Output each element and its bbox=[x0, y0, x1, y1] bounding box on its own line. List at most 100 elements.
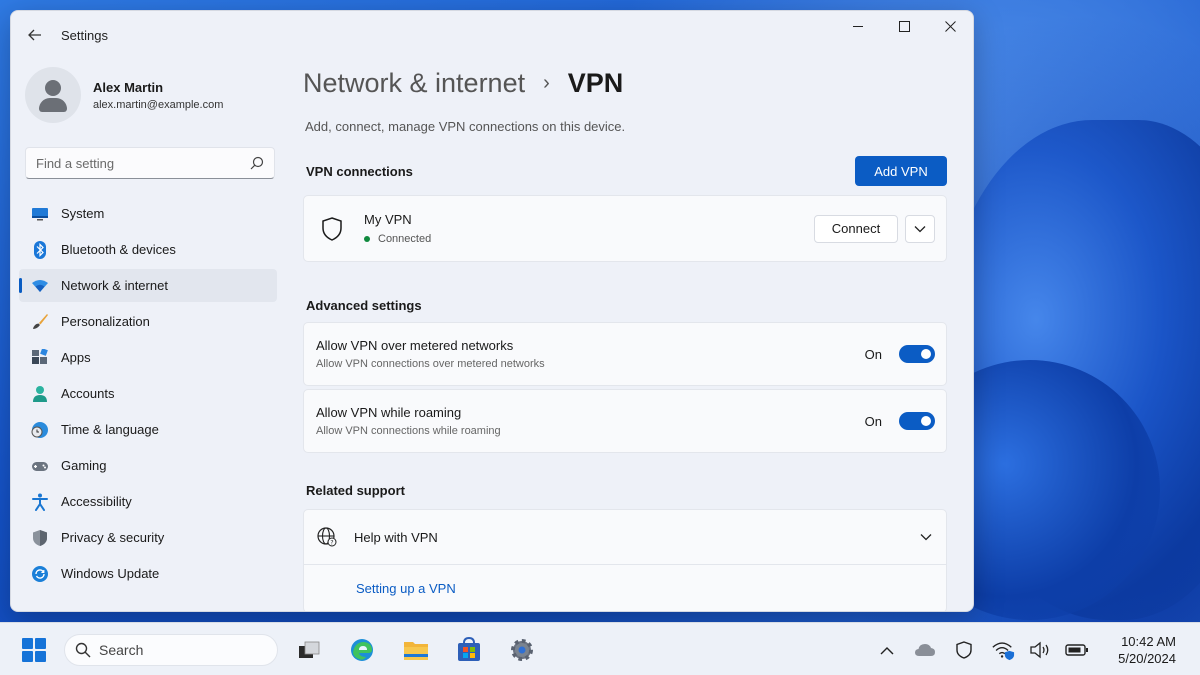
toggle-title: Allow VPN while roaming bbox=[316, 405, 462, 420]
sidebar: Alex Martin alex.martin@example.com Syst… bbox=[11, 59, 285, 611]
find-setting-search bbox=[25, 147, 275, 179]
globe-clock-icon bbox=[31, 421, 49, 439]
globe-help-icon: ? bbox=[317, 527, 337, 547]
toggle-row-metered: Allow VPN over metered networks Allow VP… bbox=[303, 322, 947, 386]
maximize-icon bbox=[898, 20, 910, 32]
sidebar-item-gaming[interactable]: Gaming bbox=[19, 449, 277, 482]
section-title-vpn-connections: VPN connections bbox=[306, 163, 413, 179]
related-support-header: Related support bbox=[303, 475, 947, 505]
vpn-expand-button[interactable] bbox=[905, 214, 935, 243]
clock-time: 10:42 AM bbox=[1121, 634, 1176, 649]
search-input[interactable] bbox=[36, 155, 250, 171]
sidebar-item-label: Time & language bbox=[61, 422, 159, 437]
sidebar-item-label: Network & internet bbox=[61, 278, 168, 293]
file-explorer-icon[interactable] bbox=[401, 635, 431, 665]
update-icon bbox=[31, 565, 49, 583]
brush-icon bbox=[31, 313, 49, 331]
sidebar-item-personalization[interactable]: Personalization bbox=[19, 305, 277, 338]
sidebar-item-label: System bbox=[61, 206, 105, 221]
minimize-icon bbox=[852, 25, 863, 27]
taskbar-search[interactable]: Search bbox=[64, 634, 278, 666]
chevron-up-icon[interactable] bbox=[875, 638, 899, 662]
sidebar-item-label: Apps bbox=[61, 350, 91, 365]
settings-window: Settings Alex Martin alex.martin@example… bbox=[10, 10, 974, 612]
maximize-button[interactable] bbox=[881, 11, 927, 41]
sidebar-item-windows-update[interactable]: Windows Update bbox=[19, 557, 277, 590]
breadcrumb: Network & internet › VPN bbox=[303, 59, 947, 107]
shield-icon bbox=[31, 529, 49, 547]
minimize-button[interactable] bbox=[835, 11, 881, 41]
sidebar-nav: System Bluetooth & devices Network & int… bbox=[11, 197, 285, 590]
person-icon bbox=[31, 385, 49, 403]
sidebar-item-bluetooth[interactable]: Bluetooth & devices bbox=[19, 233, 277, 266]
sidebar-item-accessibility[interactable]: Accessibility bbox=[19, 485, 277, 518]
task-view-icon[interactable] bbox=[294, 635, 324, 665]
user-profile[interactable]: Alex Martin alex.martin@example.com bbox=[11, 59, 285, 131]
profile-email: alex.martin@example.com bbox=[93, 98, 224, 111]
toggle-state-label: On bbox=[864, 346, 882, 362]
connect-button[interactable]: Connect bbox=[814, 214, 898, 243]
setting-up-vpn-link[interactable]: Setting up a VPN bbox=[356, 581, 456, 596]
wifi-vpn-icon[interactable] bbox=[991, 638, 1015, 662]
sidebar-item-system[interactable]: System bbox=[19, 197, 277, 230]
metered-toggle-switch[interactable] bbox=[899, 345, 935, 363]
toggle-row-roaming: Allow VPN while roaming Allow VPN connec… bbox=[303, 389, 947, 453]
svg-text:?: ? bbox=[330, 540, 333, 547]
main-content: Network & internet › VPN Add, connect, m… bbox=[303, 59, 947, 611]
close-button[interactable] bbox=[927, 11, 973, 41]
sidebar-item-label: Windows Update bbox=[61, 566, 160, 581]
breadcrumb-parent[interactable]: Network & internet bbox=[303, 68, 525, 99]
status-dot-icon bbox=[364, 236, 370, 242]
chevron-down-icon[interactable] bbox=[920, 533, 932, 541]
security-icon[interactable] bbox=[952, 638, 976, 662]
sidebar-item-accounts[interactable]: Accounts bbox=[19, 377, 277, 410]
settings-icon[interactable] bbox=[507, 635, 537, 665]
section-title-advanced: Advanced settings bbox=[306, 297, 422, 313]
accessibility-icon bbox=[31, 493, 49, 511]
onedrive-icon[interactable] bbox=[913, 638, 937, 662]
close-icon bbox=[944, 20, 956, 32]
sidebar-item-privacy-security[interactable]: Privacy & security bbox=[19, 521, 277, 554]
start-button[interactable] bbox=[22, 638, 46, 662]
sidebar-item-apps[interactable]: Apps bbox=[19, 341, 277, 374]
chevron-down-icon bbox=[914, 225, 926, 232]
search-icon bbox=[75, 642, 91, 658]
window-controls bbox=[835, 11, 973, 41]
battery-icon[interactable] bbox=[1065, 638, 1089, 662]
sidebar-item-label: Privacy & security bbox=[61, 530, 165, 545]
monitor-icon bbox=[31, 205, 49, 223]
toggle-description: Allow VPN connections while roaming bbox=[316, 425, 501, 437]
page-subtitle: Add, connect, manage VPN connections on … bbox=[305, 119, 626, 134]
section-title-related-support: Related support bbox=[306, 482, 405, 498]
store-icon[interactable] bbox=[454, 635, 484, 665]
search-icon[interactable] bbox=[250, 156, 264, 170]
roaming-toggle-switch[interactable] bbox=[899, 412, 935, 430]
toggle-title: Allow VPN over metered networks bbox=[316, 338, 514, 353]
vpn-connections-header: VPN connections Add VPN bbox=[303, 156, 947, 186]
add-vpn-button[interactable]: Add VPN bbox=[855, 156, 947, 186]
apps-icon bbox=[31, 348, 49, 367]
title-bar: Settings bbox=[11, 11, 973, 59]
toggle-description: Allow VPN connections over metered netwo… bbox=[316, 358, 545, 370]
vpn-status-text: Connected bbox=[378, 233, 432, 245]
sidebar-item-label: Accounts bbox=[61, 386, 115, 401]
help-with-vpn-expander[interactable]: ? Help with VPN bbox=[303, 509, 947, 565]
sidebar-item-time-language[interactable]: Time & language bbox=[19, 413, 277, 446]
taskbar-search-label: Search bbox=[99, 642, 144, 658]
edge-icon[interactable] bbox=[347, 635, 377, 665]
page-title: VPN bbox=[567, 67, 624, 98]
back-button[interactable] bbox=[15, 19, 55, 51]
back-arrow-icon bbox=[28, 29, 41, 41]
clock-date: 5/20/2024 bbox=[1118, 651, 1176, 666]
taskbar-clock[interactable]: 10:42 AM 5/20/2024 bbox=[1118, 633, 1176, 667]
volume-icon[interactable] bbox=[1028, 638, 1052, 662]
sidebar-item-label: Accessibility bbox=[61, 494, 132, 509]
taskbar: Search 10:42 AM 5/20/2024 bbox=[0, 622, 1200, 675]
vpn-connection-card[interactable]: My VPN Connected Connect bbox=[303, 195, 947, 262]
sidebar-item-network[interactable]: Network & internet bbox=[19, 269, 277, 302]
bluetooth-icon bbox=[31, 240, 49, 259]
sidebar-item-label: Gaming bbox=[61, 458, 107, 473]
sidebar-item-label: Bluetooth & devices bbox=[61, 242, 176, 257]
breadcrumb-separator: › bbox=[543, 71, 550, 94]
profile-name: Alex Martin bbox=[93, 79, 164, 95]
